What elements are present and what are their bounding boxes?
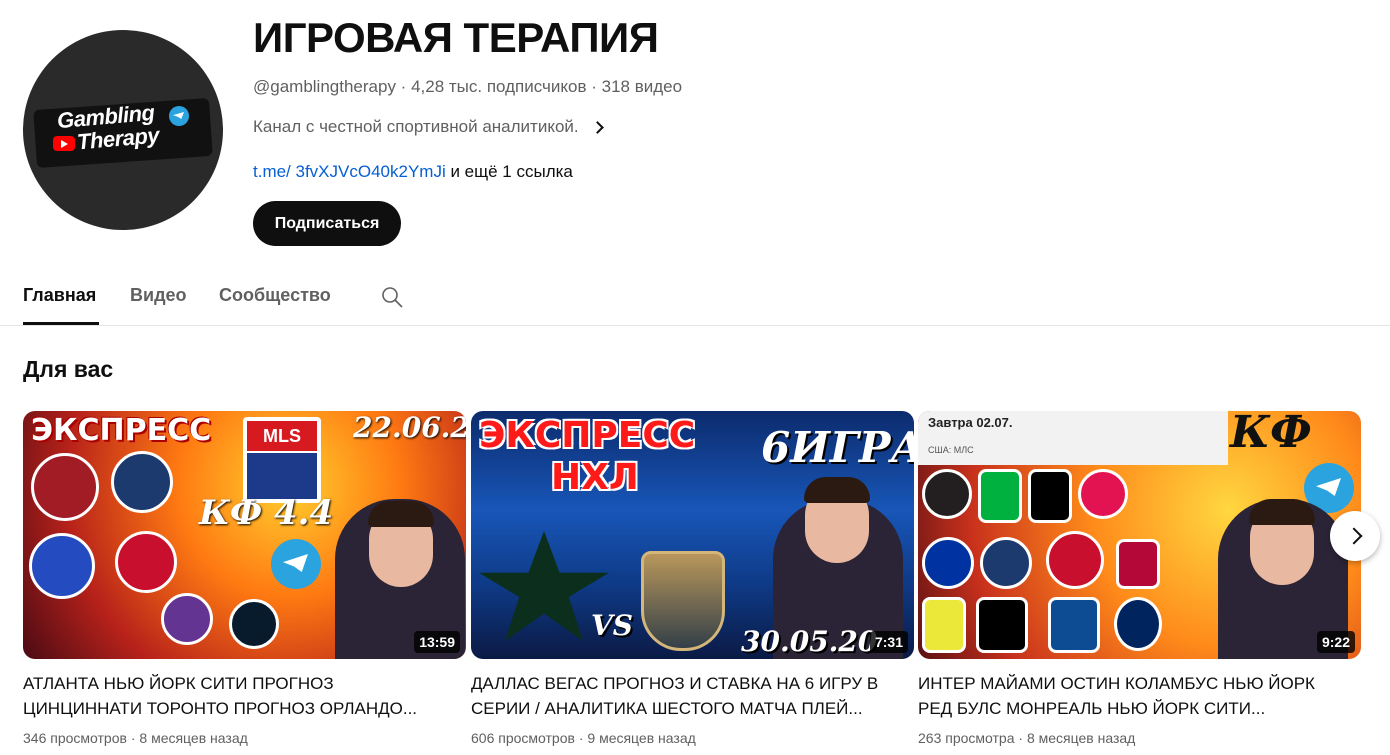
channel-description[interactable]: Канал с честной спортивной аналитикой. (253, 117, 604, 137)
thumb-coefficient: КФ (1230, 411, 1312, 458)
youtube-icon (53, 136, 75, 151)
video-thumbnail[interactable]: ЭКСПРЕСС НХЛ 6ИГРА VS 30.05.20 7:31 (471, 411, 914, 659)
team-logo-la-galaxy (1114, 597, 1162, 651)
thumb-date: Завтра 02.07. (928, 415, 1013, 430)
team-logo-red-bulls (1078, 469, 1128, 519)
video-thumbnail[interactable]: Завтра 02.07. США: МЛС КФ 9:22 (918, 411, 1361, 659)
meta-separator: · (395, 77, 412, 96)
section-title: Для вас (23, 356, 114, 382)
video-meta: 606 просмотров · 9 месяцев назад (471, 730, 914, 746)
video-title-line: АТЛАНТА НЬЮ ЙОРК СИТИ ПРОГНОЗ (23, 674, 334, 693)
video-title-line: РЕД БУЛС МОНРЕАЛЬ НЬЮ ЙОРК СИТИ... (918, 699, 1266, 718)
thumb-person-hair (1249, 499, 1315, 525)
team-logo-cincinnati (29, 533, 95, 599)
chevron-right-icon (590, 120, 604, 134)
upload-age: 8 месяцев назад (139, 730, 248, 746)
mls-logo: MLS (243, 417, 321, 503)
telegram-icon (271, 539, 321, 589)
thumb-game-number: 6ИГРА (761, 423, 914, 472)
video-duration: 9:22 (1316, 631, 1355, 653)
subscriber-count: 4,28 тыс. подписчиков (411, 77, 587, 96)
team-logo-dallas-star (479, 531, 609, 641)
video-duration: 7:31 (869, 631, 908, 653)
channel-title: ИГРОВАЯ ТЕРАПИЯ (253, 14, 659, 61)
team-logo-nycfc (111, 451, 173, 513)
team-logo-toronto (115, 531, 177, 593)
video-meta: 346 просмотров · 8 месяцев назад (23, 730, 466, 746)
video-meta: 263 просмотра · 8 месяцев назад (918, 730, 1361, 746)
team-logo-austin (978, 469, 1022, 523)
thumb-headline-2: НХЛ (551, 457, 639, 498)
upload-age: 9 месяцев назад (587, 730, 696, 746)
telegram-icon (169, 106, 189, 126)
subscribe-button[interactable]: Подписаться (253, 201, 401, 246)
team-logo-montreal (922, 537, 974, 589)
channel-tabs: Главная Видео Сообщество (0, 265, 1390, 326)
channel-avatar[interactable]: Gambling Therapy (23, 30, 223, 230)
thumb-coefficient: КФ 4.4 (199, 493, 334, 533)
video-count: 318 видео (601, 77, 683, 96)
tab-videos[interactable]: Видео (130, 285, 187, 306)
meta-separator: · (1014, 730, 1027, 746)
active-tab-indicator (23, 322, 99, 325)
view-count: 346 просмотров (23, 730, 127, 746)
search-icon[interactable] (380, 285, 404, 309)
channel-links: t.me/ 3fvXJVcO40k2YmJi и ещё 1 ссылка (253, 162, 573, 182)
channel-handle: @gamblingtherapy (253, 77, 396, 96)
more-links[interactable]: и ещё 1 ссылка (446, 162, 572, 181)
team-logo-real-salt-lake (1116, 539, 1160, 589)
video-title[interactable]: ИНТЕР МАЙАМИ ОСТИН КОЛАМБУС НЬЮ ЙОРК РЕД… (918, 671, 1361, 721)
team-logo-philadelphia (229, 599, 279, 649)
meta-separator: · (574, 730, 588, 746)
upload-age: 8 месяцев назад (1026, 730, 1136, 746)
video-title[interactable]: АТЛАНТА НЬЮ ЙОРК СИТИ ПРОГНОЗ ЦИНЦИННАТИ… (23, 671, 466, 721)
tab-community[interactable]: Сообщество (219, 285, 331, 306)
thumb-person-hair (368, 501, 434, 527)
video-title-line: ИНТЕР МАЙАМИ ОСТИН КОЛАМБУС НЬЮ ЙОРК (918, 674, 1315, 693)
thumb-league: США: МЛС (928, 445, 974, 455)
thumb-person-hair (804, 477, 870, 503)
team-logo-orlando (161, 593, 213, 645)
team-logo-inter-miami (922, 469, 972, 519)
thumb-panel: Завтра 02.07. США: МЛС (918, 411, 1228, 465)
team-logo-nycfc (980, 537, 1032, 589)
team-logo-vegas (641, 551, 725, 651)
thumb-date: 22.06.2023 (353, 411, 466, 444)
video-card[interactable]: ЭКСПРЕСС 22.06.2023 MLS КФ 4.4 13:59 АТЛ… (23, 411, 466, 746)
view-count: 606 просмотров (471, 730, 575, 746)
team-logo-toronto (1046, 531, 1104, 589)
mls-logo-text: MLS (247, 421, 317, 451)
video-title-line: СЕРИИ / АНАЛИТИКА ШЕСТОГО МАТЧА ПЛЕЙ... (471, 699, 863, 718)
video-card[interactable]: ЭКСПРЕСС НХЛ 6ИГРА VS 30.05.20 7:31 ДАЛЛ… (471, 411, 914, 746)
meta-separator: · (586, 77, 602, 96)
video-title-line: ЦИНЦИННАТИ ТОРОНТО ПРОГНОЗ ОРЛАНДО... (23, 699, 418, 718)
view-count: 263 просмотра (918, 730, 1015, 746)
thumb-vs: VS (591, 609, 633, 642)
channel-description-text: Канал с честной спортивной аналитикой. (253, 117, 579, 136)
video-card[interactable]: Завтра 02.07. США: МЛС КФ 9:22 ИНТЕР МАЙ… (918, 411, 1361, 746)
video-title-line: ДАЛЛАС ВЕГАС ПРОГНОЗ И СТАВКА НА 6 ИГРУ … (471, 674, 879, 693)
team-logo-nashville (922, 597, 966, 653)
thumb-headline: ЭКСПРЕСС (479, 415, 696, 456)
thumb-headline: ЭКСПРЕСС (31, 413, 212, 448)
thumb-date: 30.05.20 (741, 625, 878, 658)
video-duration: 13:59 (414, 631, 460, 653)
video-thumbnail[interactable]: ЭКСПРЕСС 22.06.2023 MLS КФ 4.4 13:59 (23, 411, 466, 659)
channel-link[interactable]: t.me/ 3fvXJVcO40k2YmJi (253, 162, 446, 181)
meta-separator: · (126, 730, 140, 746)
team-logo-san-jose (1048, 597, 1100, 653)
video-title[interactable]: ДАЛЛАС ВЕГАС ПРОГНОЗ И СТАВКА НА 6 ИГРУ … (471, 671, 914, 721)
team-logo-atlanta (31, 453, 99, 521)
tab-home[interactable]: Главная (23, 285, 96, 306)
team-logo-dc-united (976, 597, 1028, 653)
carousel-next-button[interactable] (1330, 511, 1380, 561)
channel-meta: @gamblingtherapy · 4,28 тыс. подписчиков… (253, 77, 682, 97)
team-logo-columbus (1028, 469, 1072, 523)
